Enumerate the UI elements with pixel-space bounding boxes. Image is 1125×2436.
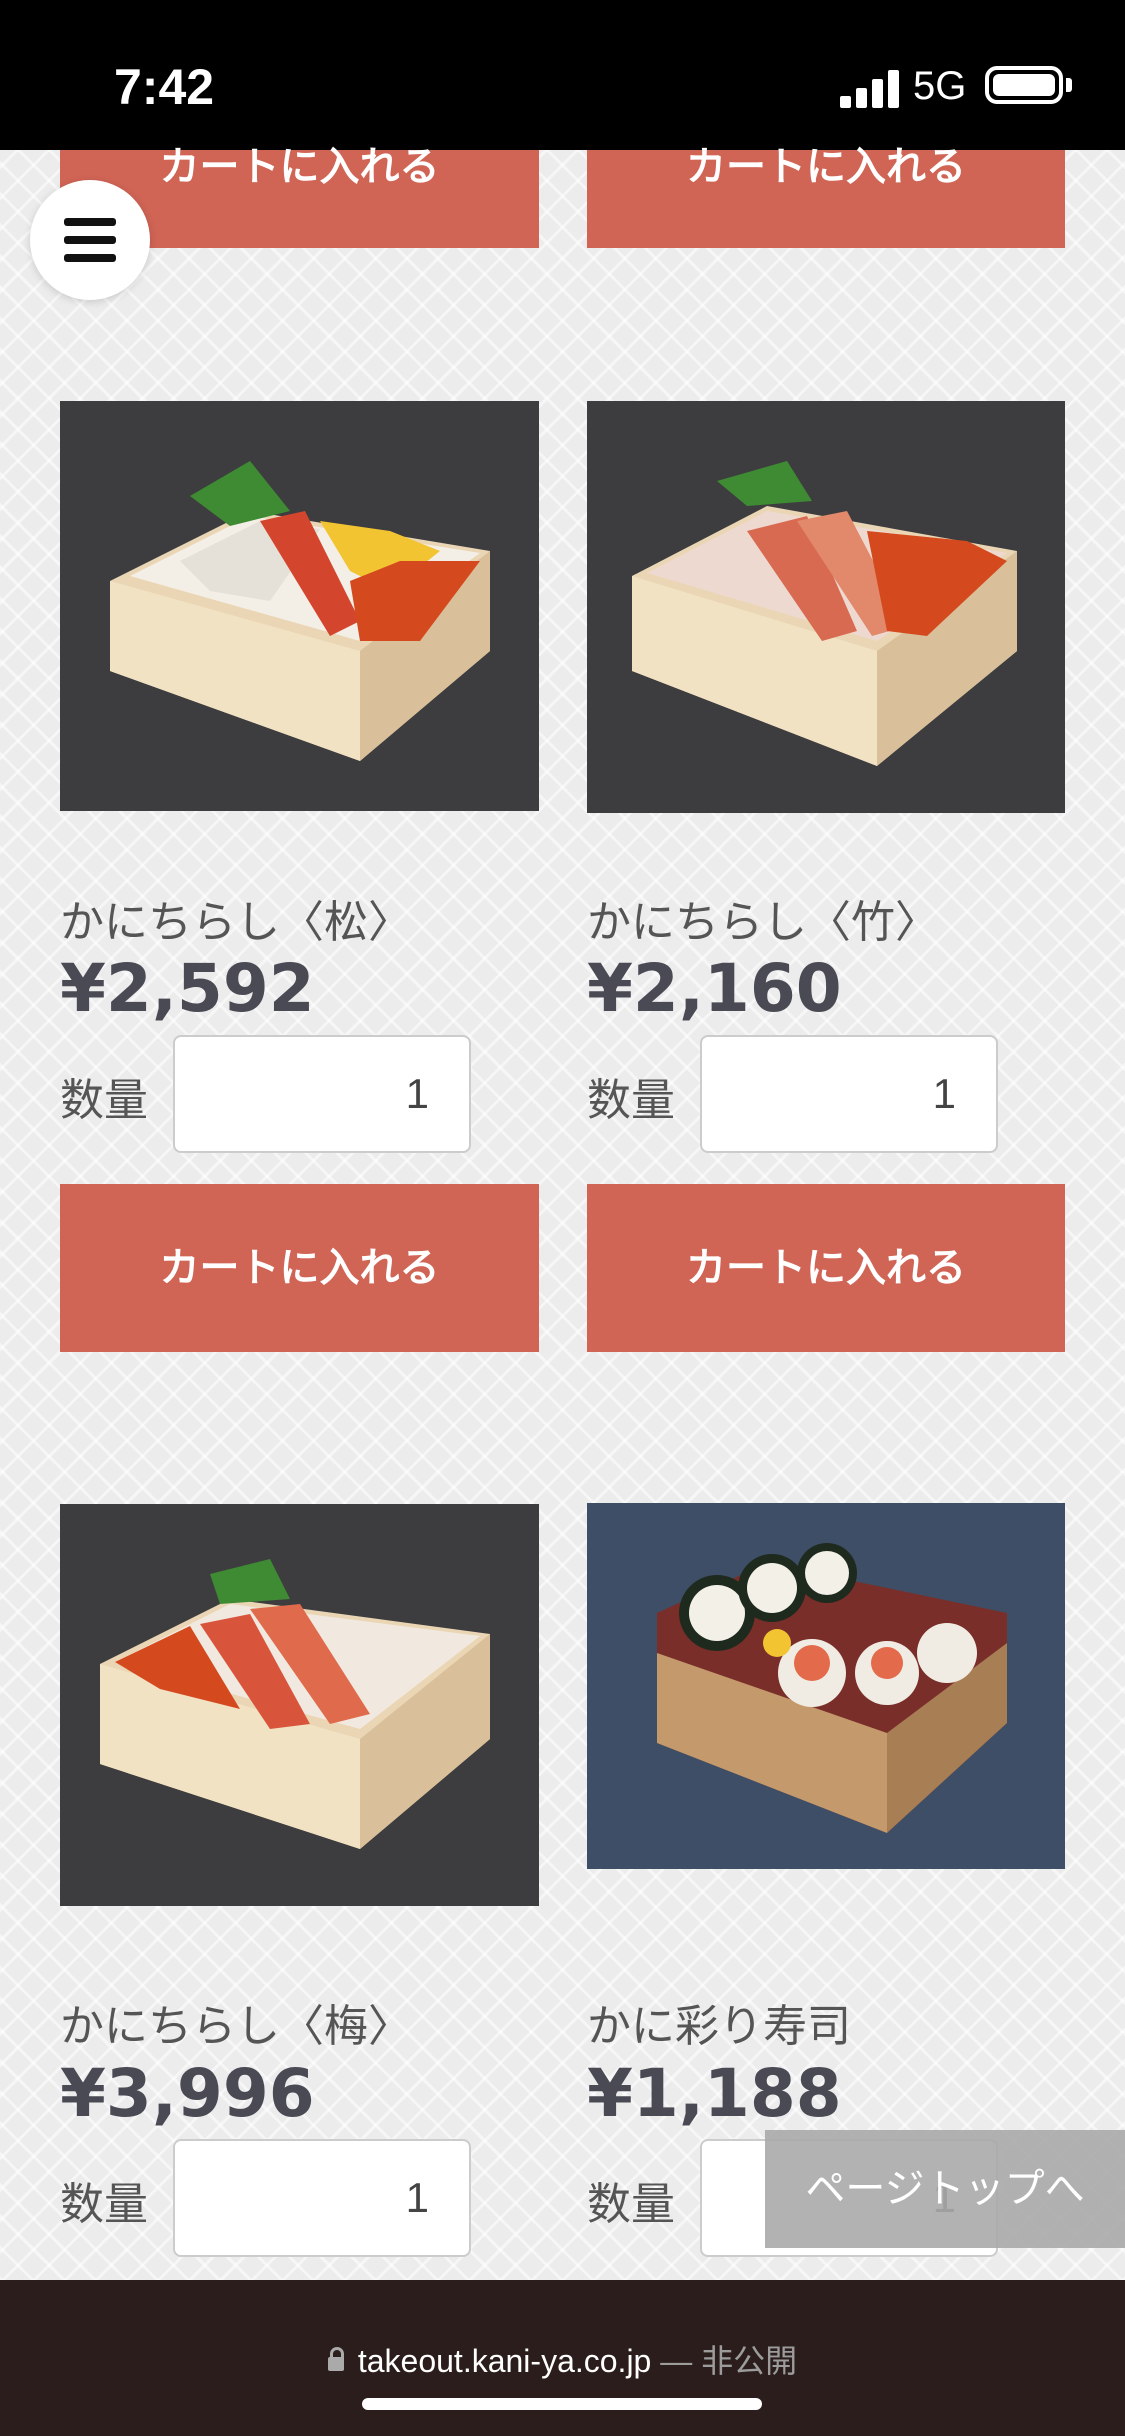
product-price: ¥3,996: [60, 2055, 315, 2132]
quantity-input[interactable]: [173, 1035, 471, 1153]
quantity-label: 数量: [60, 2179, 148, 2230]
signal-icon: [840, 70, 900, 108]
quantity-label: 数量: [587, 2179, 675, 2230]
product-image-ume[interactable]: [60, 1504, 539, 1906]
product-price: ¥2,160: [587, 950, 842, 1027]
product-image-matsu[interactable]: [60, 401, 539, 811]
add-to-cart-button[interactable]: カートに入れる: [587, 147, 1065, 248]
menu-button[interactable]: [30, 180, 150, 300]
product-name: かにちらし〈竹〉: [587, 897, 939, 948]
home-indicator[interactable]: [362, 2398, 762, 2410]
url-privacy-label: 非公開: [701, 2343, 798, 2379]
product-image-irodori[interactable]: [587, 1503, 1065, 1869]
product-image-take[interactable]: [587, 401, 1065, 813]
url-row[interactable]: takeout.kani-ya.co.jp — 非公開: [0, 2336, 1125, 2382]
product-price: ¥1,188: [587, 2055, 842, 2132]
status-time: 7:42: [114, 59, 215, 115]
browser-url-bar[interactable]: takeout.kani-ya.co.jp — 非公開: [0, 2280, 1125, 2436]
battery-icon: [985, 66, 1063, 104]
add-to-cart-button[interactable]: カートに入れる: [587, 1184, 1065, 1352]
url-domain: takeout.kani-ya.co.jp: [357, 2343, 652, 2379]
page-top-button[interactable]: ページトップへ: [765, 2130, 1125, 2248]
product-name: かに彩り寿司: [587, 2001, 851, 2052]
quantity-label: 数量: [587, 1075, 675, 1126]
product-name: かにちらし〈松〉: [60, 897, 412, 948]
quantity-input[interactable]: [700, 1035, 998, 1153]
lock-icon: [327, 2346, 344, 2371]
product-name: かにちらし〈梅〉: [60, 2001, 412, 2052]
status-bar: 7:42 5G: [0, 0, 1125, 150]
network-label: 5G: [913, 64, 967, 108]
battery-cap: [1066, 78, 1072, 92]
product-price: ¥2,592: [60, 950, 315, 1027]
quantity-label: 数量: [60, 1075, 148, 1126]
url-separator: —: [660, 2343, 693, 2379]
quantity-input[interactable]: [173, 2139, 471, 2257]
add-to-cart-button[interactable]: カートに入れる: [60, 1184, 539, 1352]
